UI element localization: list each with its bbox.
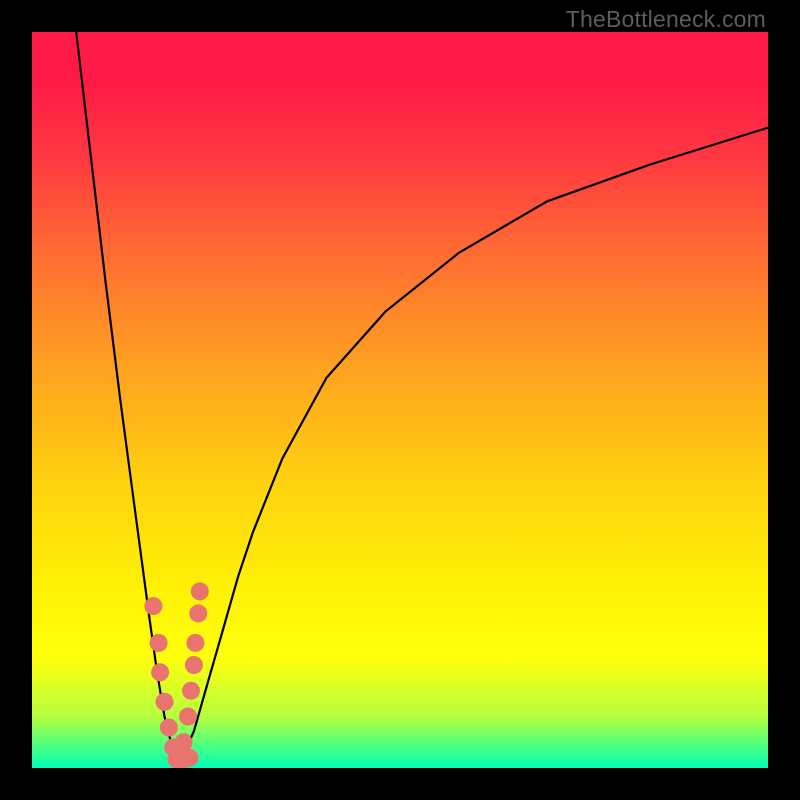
bead-left-4 xyxy=(160,719,178,737)
beads-group xyxy=(144,582,208,768)
bead-left-3 xyxy=(156,693,174,711)
bead-right-2 xyxy=(186,634,204,652)
bead-bottom-2 xyxy=(181,749,199,767)
curve-right-branch xyxy=(179,128,768,765)
plot-area xyxy=(32,32,768,768)
chart-frame: TheBottleneck.com xyxy=(0,0,800,800)
watermark-text: TheBottleneck.com xyxy=(566,6,766,33)
bead-left-2 xyxy=(151,663,169,681)
bead-right-5 xyxy=(179,708,197,726)
chart-svg xyxy=(32,32,768,768)
bead-right-1 xyxy=(189,604,207,622)
bead-right-6 xyxy=(175,733,193,751)
bead-right-3 xyxy=(185,656,203,674)
bead-right-0 xyxy=(191,582,209,600)
curve-left-branch xyxy=(76,32,179,764)
bead-left-1 xyxy=(150,634,168,652)
bead-right-4 xyxy=(182,682,200,700)
bead-left-0 xyxy=(144,597,162,615)
